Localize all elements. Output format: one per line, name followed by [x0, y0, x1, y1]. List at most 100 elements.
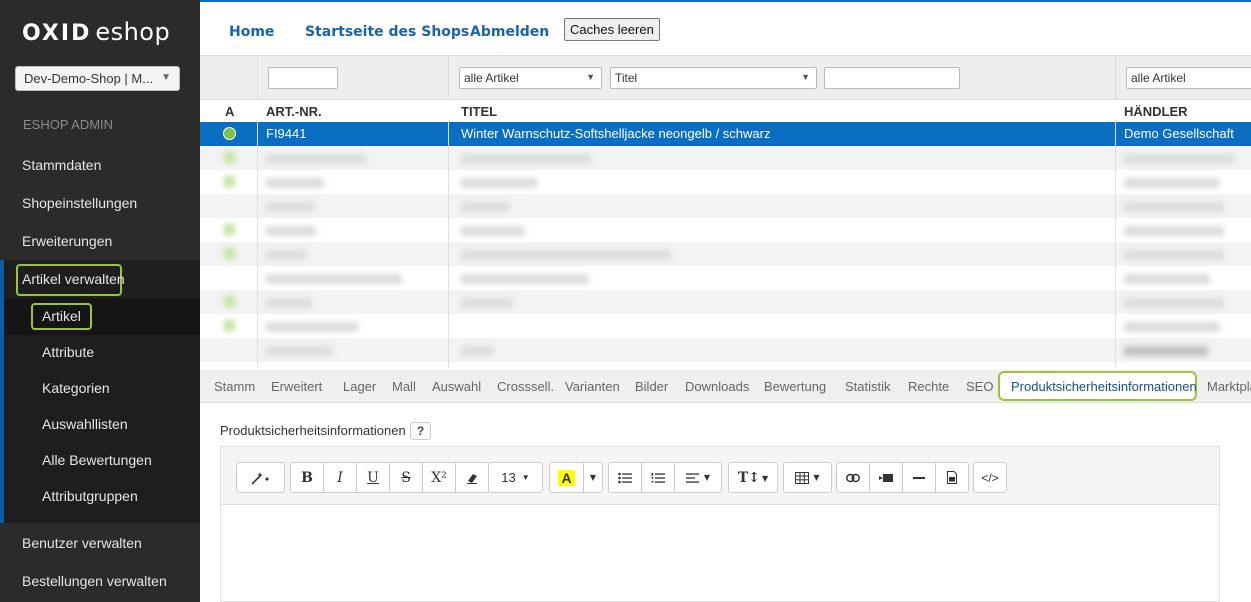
help-button[interactable]: ? [410, 422, 431, 440]
row-title-blurred [461, 178, 537, 188]
header-title[interactable]: TITEL [461, 104, 497, 119]
media-button[interactable] [870, 463, 903, 492]
home-link[interactable]: Home [229, 24, 274, 40]
logout-link[interactable]: Abmelden [470, 24, 549, 40]
nav-stammdaten[interactable]: Stammdaten [0, 157, 200, 173]
clear-cache-button[interactable]: Caches leeren [564, 18, 660, 41]
table-row[interactable] [200, 266, 1251, 290]
active-check-icon [223, 151, 236, 164]
table-row[interactable] [200, 242, 1251, 266]
tab-varianten[interactable]: Varianten [565, 379, 620, 394]
insert-group [836, 462, 969, 493]
caret-down-icon: ▼ [703, 473, 711, 482]
align-dropdown-button[interactable]: ▼ [675, 463, 721, 492]
nav-artikel-verwalten[interactable]: Artikel verwalten [0, 271, 200, 287]
row-artnum-blurred [266, 154, 366, 164]
paragraph-group: ▼ [608, 462, 722, 493]
row-title: Winter Warnschutz-Softshelljacke neongel… [461, 126, 771, 141]
tab-seo[interactable]: SEO [966, 379, 993, 394]
row-vendor-blurred [1124, 322, 1220, 332]
bold-button[interactable]: B [291, 463, 324, 492]
row-artnum-blurred [266, 322, 358, 332]
tab-erweitert[interactable]: Erweitert [271, 379, 322, 394]
nav-bestellungen-verwalten[interactable]: Bestellungen verwalten [0, 573, 200, 589]
shop-select-value: Dev-Demo-Shop | M... [24, 71, 154, 86]
header-artnum[interactable]: ART.-NR. [266, 104, 322, 119]
title-field-select[interactable]: Titel ▼ [610, 67, 817, 89]
caret-down-icon: ▼ [762, 472, 769, 483]
subnav-auswahllisten[interactable]: Auswahllisten [42, 416, 128, 432]
nav-erweiterungen[interactable]: Erweiterungen [0, 233, 200, 249]
highlight-color-button[interactable]: A [550, 463, 584, 492]
type-filter-value: alle Artikel [464, 71, 519, 85]
table-row[interactable] [200, 338, 1251, 362]
tab-downloads[interactable]: Downloads [685, 379, 749, 394]
superscript-button[interactable]: X² [423, 463, 456, 492]
active-check-icon [223, 175, 236, 188]
tab-lager[interactable]: Lager [343, 379, 376, 394]
tab-produktsicherheitsinformationen[interactable]: Produktsicherheitsinformationen [1011, 379, 1197, 394]
shop-start-link[interactable]: Startseite des Shops [305, 24, 469, 40]
font-size-dropdown[interactable]: 13 ▼ [489, 463, 542, 492]
italic-button[interactable]: I [324, 463, 357, 492]
subnav-attributgruppen[interactable]: Attributgruppen [42, 488, 138, 504]
strikethrough-button[interactable]: S [390, 463, 423, 492]
shop-select[interactable]: Dev-Demo-Shop | M... ▼ [15, 66, 180, 91]
header-active[interactable]: A [225, 104, 234, 119]
table-dropdown-button[interactable]: ▼ [784, 463, 831, 492]
row-title-blurred [461, 274, 589, 284]
underline-button[interactable]: U [357, 463, 390, 492]
subnav-alle-bewertungen[interactable]: Alle Bewertungen [42, 452, 152, 468]
line-height-dropdown[interactable]: T↕ ▼ [729, 463, 777, 492]
code-view-button[interactable]: </> [974, 463, 1006, 492]
table-row[interactable] [200, 218, 1251, 242]
clear-format-button[interactable] [456, 463, 488, 492]
artnum-filter-input[interactable] [268, 67, 338, 89]
horizontal-rule-button[interactable] [903, 463, 936, 492]
subnav-attribute[interactable]: Attribute [42, 344, 94, 360]
image-button[interactable] [936, 463, 968, 492]
ordered-list-button[interactable] [642, 463, 675, 492]
color-dropdown-button[interactable]: ▼ [584, 463, 602, 492]
tab-auswahl[interactable]: Auswahl [432, 379, 481, 394]
vendor-filter-select[interactable]: alle Artikel [1126, 67, 1251, 89]
detail-content: Produktsicherheitsinformationen ? B I U … [200, 403, 1251, 602]
header-vendor[interactable]: HÄNDLER [1124, 104, 1188, 119]
tab-bilder[interactable]: Bilder [635, 379, 668, 394]
row-title-blurred [461, 226, 525, 236]
table-row[interactable] [200, 290, 1251, 314]
editor-text-area[interactable] [221, 505, 1219, 601]
column-divider [1115, 122, 1116, 368]
link-button[interactable] [837, 463, 870, 492]
subnav-kategorien[interactable]: Kategorien [42, 380, 110, 396]
table-row-selected[interactable]: FI9441 Winter Warnschutz-Softshelljacke … [200, 122, 1251, 146]
table-row[interactable] [200, 194, 1251, 218]
tab-stamm[interactable]: Stamm [214, 379, 255, 394]
oxid-eshop-logo[interactable]: OXID eshop [22, 16, 170, 47]
table-row[interactable] [200, 170, 1251, 194]
text-format-group: B I U S X² [290, 462, 489, 493]
chevron-down-icon: ▼ [801, 72, 810, 82]
style-group [236, 462, 285, 493]
vendor-filter-value: alle Artikel [1131, 71, 1186, 85]
table-row[interactable] [200, 146, 1251, 170]
nav-shopeinstellungen[interactable]: Shopeinstellungen [0, 195, 200, 211]
nav-benutzer-verwalten[interactable]: Benutzer verwalten [0, 535, 200, 551]
tab-rechte[interactable]: Rechte [908, 379, 949, 394]
row-artnum-blurred [266, 250, 306, 260]
subnav-artikel[interactable]: Artikel [42, 308, 81, 324]
type-filter-select[interactable]: alle Artikel ▼ [459, 67, 602, 89]
table-row[interactable] [200, 314, 1251, 338]
tab-marktplatz[interactable]: Marktpla [1207, 379, 1251, 394]
highlight-color-icon: A [558, 469, 575, 486]
tab-bewertung[interactable]: Bewertung [764, 379, 826, 394]
title-filter-input[interactable] [824, 67, 960, 89]
tab-crosssell[interactable]: Crosssell. [497, 379, 554, 394]
style-dropdown-button[interactable] [237, 463, 284, 492]
active-check-icon [223, 247, 236, 260]
horizontal-rule-icon [913, 476, 925, 479]
unordered-list-button[interactable] [609, 463, 642, 492]
caret-down-icon: ▼ [813, 473, 820, 482]
tab-mall[interactable]: Mall [392, 379, 416, 394]
tab-statistik[interactable]: Statistik [845, 379, 891, 394]
